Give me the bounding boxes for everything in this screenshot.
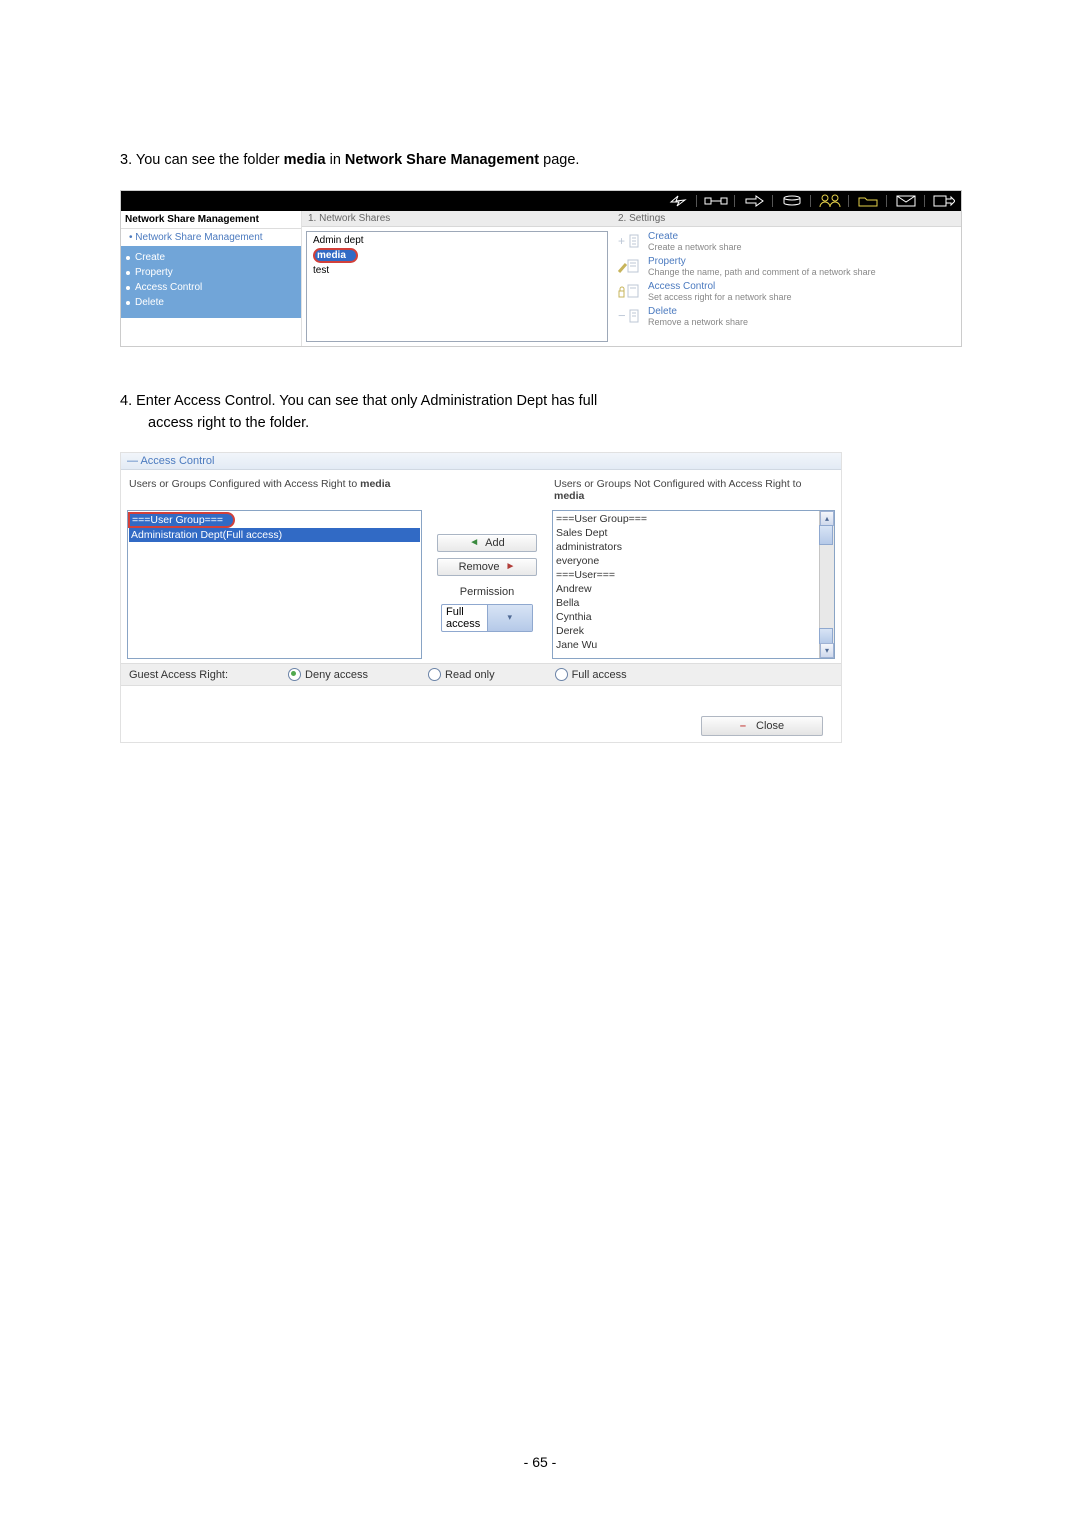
settings-panel: 2. Settings + CreateCreate a network sha… xyxy=(612,211,961,346)
add-button[interactable]: ◄Add xyxy=(437,534,537,552)
configured-access-listbox[interactable]: ===User Group=== Administration Dept(Ful… xyxy=(127,510,422,659)
svg-text:−: − xyxy=(618,308,626,323)
radio-read-only[interactable]: Read only xyxy=(428,668,495,681)
sidebar-item-delete[interactable]: Delete xyxy=(121,295,301,310)
radio-deny-access[interactable]: Deny access xyxy=(288,668,368,681)
list-item[interactable]: Sales Dept xyxy=(554,526,833,540)
settings-item-access-control[interactable]: Access ControlSet access right for a net… xyxy=(616,279,957,304)
scroll-thumb[interactable] xyxy=(819,628,833,644)
scroll-down-icon[interactable]: ▾ xyxy=(820,643,834,658)
permission-select[interactable]: Full access▾ xyxy=(441,604,533,632)
right-list-label: Users or Groups Not Configured with Acce… xyxy=(552,476,835,510)
list-item[interactable]: administrators xyxy=(554,540,833,554)
sidebar-active-link[interactable]: • Network Share Management xyxy=(121,229,301,246)
settings-item-create[interactable]: + CreateCreate a network share xyxy=(616,229,957,254)
tree-item-media[interactable]: media xyxy=(309,247,605,264)
list-item-administration-dept[interactable]: Administration Dept(Full access) xyxy=(129,528,420,542)
property-list-icon xyxy=(616,256,642,276)
tree-item-test[interactable]: test xyxy=(309,264,605,277)
users-icon xyxy=(817,193,843,209)
folder-icon xyxy=(855,193,881,209)
disks-icon xyxy=(779,193,805,209)
exit-icon xyxy=(931,193,957,209)
dash-icon: – xyxy=(740,720,746,732)
envelope-icon xyxy=(893,193,919,209)
create-list-icon: + xyxy=(616,231,642,251)
chevron-down-icon: ▾ xyxy=(487,605,533,631)
radio-checked-icon xyxy=(288,668,301,681)
sidebar: Network Share Management • Network Share… xyxy=(121,211,301,346)
delete-list-icon: − xyxy=(616,306,642,326)
scroll-thumb[interactable] xyxy=(819,525,833,545)
network-link-icon xyxy=(703,193,729,209)
radio-unchecked-icon xyxy=(428,668,441,681)
unconfigured-access-listbox[interactable]: ===User Group=== Sales Dept administrato… xyxy=(552,510,835,659)
right-arrow-icon: ► xyxy=(506,561,516,572)
list-group-header: ===User Group=== xyxy=(128,512,235,528)
radio-full-access[interactable]: Full access xyxy=(555,668,627,681)
list-item[interactable]: ===User Group=== xyxy=(554,512,833,526)
permission-label: Permission xyxy=(460,586,514,598)
panel-1-header: 1. Network Shares xyxy=(302,211,612,227)
tree-item-admin-dept[interactable]: Admin dept xyxy=(309,234,605,247)
page-number: - 65 - xyxy=(0,1454,1080,1470)
guest-access-label: Guest Access Right: xyxy=(129,669,228,681)
left-list-label: Users or Groups Configured with Access R… xyxy=(127,476,422,510)
left-arrow-icon: ◄ xyxy=(469,537,479,548)
close-button[interactable]: –Close xyxy=(701,716,823,736)
list-item[interactable]: ===User=== xyxy=(554,568,833,582)
settings-item-property[interactable]: PropertyChange the name, path and commen… xyxy=(616,254,957,279)
svg-text:+: + xyxy=(618,234,625,248)
list-item[interactable]: Derek xyxy=(554,624,833,638)
panel-2-header: 2. Settings xyxy=(612,211,961,227)
step-4-text: 4. Enter Access Control. You can see tha… xyxy=(120,391,960,435)
list-item[interactable]: everyone xyxy=(554,554,833,568)
guest-access-row: Guest Access Right: Deny access Read onl… xyxy=(121,663,841,686)
list-item[interactable]: Bella xyxy=(554,596,833,610)
radio-unchecked-icon xyxy=(555,668,568,681)
network-shares-panel: 1. Network Shares Admin dept media test xyxy=(301,211,612,346)
sidebar-item-property[interactable]: Property xyxy=(121,265,301,280)
access-list-icon xyxy=(616,281,642,301)
titlebar xyxy=(121,191,961,211)
list-item[interactable]: Cynthia xyxy=(554,610,833,624)
sidebar-menu: Create Property Access Control Delete xyxy=(121,246,301,318)
network-share-management-screenshot: Network Share Management • Network Share… xyxy=(120,190,962,347)
access-control-screenshot: — Access Control Users or Groups Configu… xyxy=(120,452,842,743)
list-item[interactable]: Andrew xyxy=(554,582,833,596)
lightning-icon xyxy=(665,193,691,209)
right-arrow-icon xyxy=(741,193,767,209)
settings-item-delete[interactable]: − DeleteRemove a network share xyxy=(616,304,957,329)
sidebar-item-access-control[interactable]: Access Control xyxy=(121,280,301,295)
step-3-text: 3. You can see the folder media in Netwo… xyxy=(120,150,960,172)
scroll-up-icon[interactable]: ▴ xyxy=(820,511,834,526)
share-tree[interactable]: Admin dept media test xyxy=(306,231,608,342)
list-item[interactable]: Jane Wu xyxy=(554,638,833,652)
sidebar-heading: Network Share Management xyxy=(121,211,301,229)
access-control-header: — Access Control xyxy=(121,453,841,470)
scrollbar[interactable]: ▴ ▾ xyxy=(819,511,834,658)
transfer-controls: ◄Add Remove► Permission Full access▾ xyxy=(422,476,552,659)
sidebar-item-create[interactable]: Create xyxy=(121,250,301,265)
remove-button[interactable]: Remove► xyxy=(437,558,537,576)
